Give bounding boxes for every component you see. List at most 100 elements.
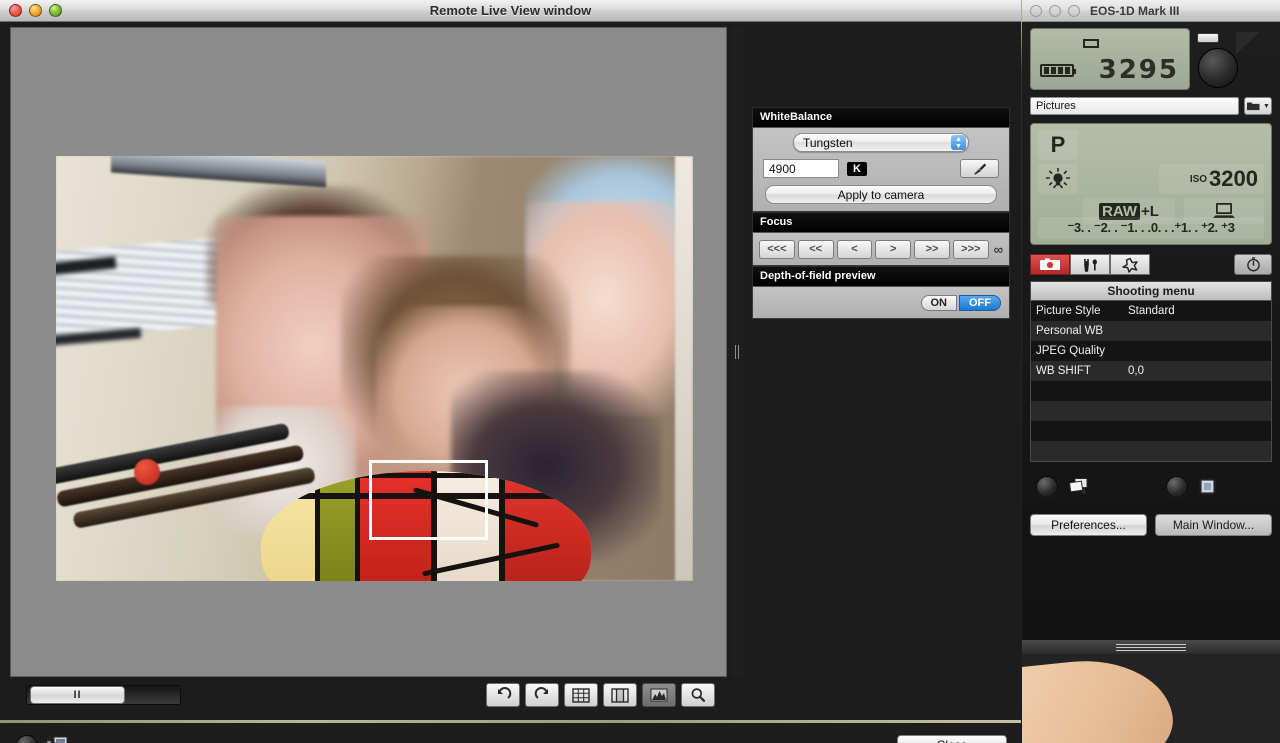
download-images-button[interactable]: [1036, 476, 1058, 498]
dof-on-button[interactable]: ON: [921, 295, 958, 311]
preferences-button[interactable]: Preferences...: [1030, 514, 1147, 536]
remote-live-view-window: Remote Live View window: [0, 0, 1021, 743]
destination-folder-row: Pictures ▼: [1030, 97, 1272, 115]
desktop-photo-shape: [1022, 654, 1177, 743]
eyedropper-button[interactable]: [960, 159, 999, 178]
menu-row-empty: [1031, 401, 1271, 421]
top-lcd-panel: 3295: [1030, 28, 1190, 90]
white-balance-header: WhiteBalance: [752, 107, 1010, 127]
focus-near-3-button[interactable]: <<<: [759, 240, 795, 259]
minimize-icon[interactable]: [29, 4, 42, 17]
zoom-slider-handle[interactable]: II: [30, 686, 125, 704]
card-slot-icon: [1083, 39, 1099, 48]
eos-close-icon[interactable]: [1030, 5, 1042, 17]
menu-row-empty: [1031, 441, 1271, 461]
wb-preset-select[interactable]: Tungsten ▲▼: [793, 133, 969, 152]
lcd-light-button[interactable]: [1197, 33, 1219, 43]
live-view-image[interactable]: [56, 156, 693, 581]
camera-to-screen-icon: [44, 735, 68, 743]
exposure-compensation-scale: ⁻3. . ⁻2. . ⁻1. . .0. . .⁺1. . ⁺2. ⁺3: [1038, 217, 1264, 239]
rotate-right-button[interactable]: [525, 683, 559, 707]
download-images-icon-wrap[interactable]: [1068, 477, 1090, 497]
window-footer: Close: [0, 722, 1021, 743]
menu-row-picture-style[interactable]: Picture Style Standard: [1031, 301, 1271, 321]
live-view-toolbar: II: [10, 677, 727, 717]
dof-off-button[interactable]: OFF: [959, 295, 1001, 311]
magnifier-button[interactable]: [681, 683, 715, 707]
shutter-button[interactable]: [16, 735, 38, 743]
shooting-mode: P: [1038, 130, 1078, 160]
grid-button[interactable]: [564, 683, 598, 707]
timer-icon: [1246, 257, 1261, 272]
menu-key: Picture Style: [1036, 305, 1128, 317]
tab-shooting[interactable]: [1030, 254, 1070, 275]
memory-card-icon: [1198, 477, 1220, 497]
eos-titlebar[interactable]: EOS-1D Mark III: [1022, 0, 1280, 22]
eos-zoom-icon[interactable]: [1068, 5, 1080, 17]
eos-window-title: EOS-1D Mark III: [1090, 4, 1179, 18]
camera-to-screen-button[interactable]: [44, 735, 68, 743]
focus-near-1-button[interactable]: <: [837, 240, 873, 259]
main-dial[interactable]: [1198, 48, 1238, 88]
eos-camera-window: EOS-1D Mark III 3295: [1022, 0, 1280, 640]
menu-row-empty: [1031, 421, 1271, 441]
focus-far-2-button[interactable]: >>: [914, 240, 950, 259]
triangle-button[interactable]: [1236, 32, 1260, 54]
white-balance-panel: Tungsten ▲▼ 4900 K: [752, 127, 1010, 212]
titlebar[interactable]: Remote Live View window: [0, 0, 1021, 22]
rotate-cw-icon: [534, 687, 551, 703]
shooting-menu: Shooting menu Picture Style Standard Per…: [1030, 281, 1272, 462]
chevron-updown-icon[interactable]: ▲▼: [951, 135, 966, 150]
menu-row-empty: [1031, 381, 1271, 401]
tab-my-menu[interactable]: [1110, 254, 1150, 275]
menu-row-personal-wb[interactable]: Personal WB: [1031, 321, 1271, 341]
close-button[interactable]: Close: [897, 735, 1007, 743]
dof-toggle[interactable]: ON OFF: [759, 292, 1003, 313]
focus-far-3-button[interactable]: >>>: [953, 240, 989, 259]
traffic-lights[interactable]: [9, 4, 62, 17]
menu-tabs: [1030, 254, 1272, 275]
destination-folder-field[interactable]: Pictures: [1030, 97, 1239, 115]
main-window-button[interactable]: Main Window...: [1155, 514, 1272, 536]
menu-row-jpeg-quality[interactable]: JPEG Quality: [1031, 341, 1271, 361]
photo-right-edge: [675, 156, 693, 581]
menu-row-wb-shift[interactable]: WB SHIFT 0,0: [1031, 361, 1271, 381]
zoom-icon[interactable]: [49, 4, 62, 17]
browse-folder-button[interactable]: ▼: [1244, 97, 1272, 115]
iso-value: ISO3200: [1159, 164, 1264, 194]
tab-setup[interactable]: [1070, 254, 1110, 275]
kelvin-input[interactable]: 4900: [763, 159, 839, 178]
menu-value: 0,0: [1128, 365, 1144, 377]
shooting-menu-title: Shooting menu: [1031, 282, 1271, 301]
panel-splitter[interactable]: [731, 27, 745, 677]
close-icon[interactable]: [9, 4, 22, 17]
menu-key: JPEG Quality: [1036, 345, 1128, 357]
apply-to-camera-button[interactable]: Apply to camera: [765, 185, 997, 204]
menu-value: Standard: [1128, 305, 1175, 317]
folder-icon: [1246, 100, 1261, 112]
battery-icon: [1040, 64, 1074, 77]
focus-far-1-button[interactable]: >: [875, 240, 911, 259]
histogram-icon: [650, 688, 668, 702]
focus-header: Focus: [752, 212, 1010, 232]
live-view-stage[interactable]: [10, 27, 727, 677]
histogram-button[interactable]: [642, 683, 676, 707]
eos-minimize-icon[interactable]: [1049, 5, 1061, 17]
eos-traffic-lights[interactable]: [1030, 5, 1080, 17]
focus-near-2-button[interactable]: <<: [798, 240, 834, 259]
aspect-guides-button[interactable]: [603, 683, 637, 707]
memory-card-button[interactable]: [1166, 476, 1188, 498]
kelvin-row: 4900 K: [759, 159, 1003, 178]
photo-red-marker: [134, 459, 160, 485]
memory-card-icon-wrap[interactable]: [1198, 477, 1220, 497]
rotate-left-button[interactable]: [486, 683, 520, 707]
dof-panel: ON OFF: [752, 286, 1010, 319]
timer-button[interactable]: [1234, 254, 1272, 275]
toolbar-buttons: [486, 683, 715, 707]
eos-window-resize-bar[interactable]: [1022, 640, 1280, 654]
menu-key: WB SHIFT: [1036, 365, 1128, 377]
iso-number: 3200: [1209, 166, 1258, 192]
eyedropper-icon: [972, 162, 988, 176]
dof-header: Depth-of-field preview: [752, 266, 1010, 286]
focus-panel: <<< << < > >> >>> ∞: [752, 232, 1010, 266]
